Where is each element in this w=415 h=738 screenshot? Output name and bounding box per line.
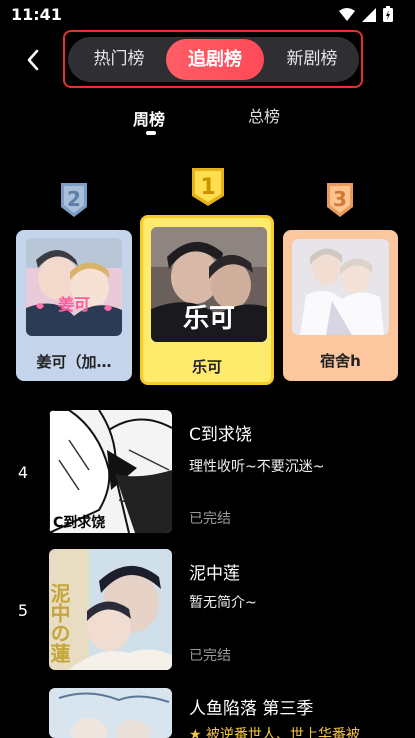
list-description: ★ 被逆番世人、世上华番被 <box>189 727 361 738</box>
podium-card-3[interactable]: 宿舍h <box>283 230 398 381</box>
chevron-left-icon <box>27 49 39 71</box>
podium-cover-2-text: 姜可 <box>58 295 90 314</box>
subtab-total[interactable]: 总榜 <box>248 103 280 127</box>
list-cover <box>49 688 172 738</box>
list-cover-text: 泥中の蓮 <box>49 583 71 664</box>
list-item[interactable]: 人鱼陷落 第三季 ★ 被逆番世人、世上华番被 <box>0 688 415 738</box>
podium-cover-1: 乐可 <box>151 227 267 342</box>
rank-badge-2-number: 2 <box>67 187 81 211</box>
list-title: 人鱼陷落 第三季 <box>189 699 314 719</box>
status-time: 11:41 <box>11 5 62 24</box>
podium-card-1[interactable]: 乐可 乐可 <box>140 215 274 385</box>
rank-badge-2: 2 <box>57 181 91 223</box>
rank-badge-3: 3 <box>323 181 357 223</box>
podium-name-3: 宿舍h <box>320 352 361 370</box>
list-rank: 4 <box>17 463 29 482</box>
signal-icon <box>362 7 376 26</box>
battery-icon <box>383 6 393 26</box>
list-description: 暂无简介~ <box>189 595 257 611</box>
wifi-icon <box>339 7 355 26</box>
list-title: 泥中莲 <box>189 564 240 584</box>
podium-cover-3 <box>292 239 389 335</box>
list-description: 理性收听~不要沉迷~ <box>189 459 325 475</box>
podium-name-2: 姜可（加… <box>36 353 112 371</box>
list-item[interactable]: 4 C到求饶 C到求饶 理性收听~不要沉迷~ 已完结 <box>0 410 415 540</box>
subtab-weekly[interactable]: 周榜 <box>133 106 165 130</box>
status-bar: 11:41 <box>0 0 415 30</box>
list-cover: C到求饶 <box>49 410 172 533</box>
podium-cover-1-text: 乐可 <box>183 304 235 334</box>
tab-hot[interactable]: 热门榜 <box>74 37 164 82</box>
tab-new[interactable]: 新剧榜 <box>266 37 358 82</box>
list-item[interactable]: 5 泥中の蓮 泥中莲 暂无简介~ 已完结 <box>0 549 415 679</box>
list-cover: 泥中の蓮 <box>49 549 172 670</box>
podium-name-1: 乐可 <box>191 358 222 376</box>
podium-cover-2: 姜可 <box>26 238 122 336</box>
list-status: 已完结 <box>189 511 231 527</box>
subtab-indicator <box>146 131 156 135</box>
rank-badge-1-number: 1 <box>200 175 215 200</box>
back-button[interactable] <box>22 48 46 72</box>
ranking-tab-bar: 热门榜 追剧榜 新剧榜 <box>68 37 359 82</box>
list-status: 已完结 <box>189 648 231 664</box>
list-cover-text: C到求饶 <box>53 514 105 531</box>
list-rank: 5 <box>17 601 29 620</box>
tab-following[interactable]: 追剧榜 <box>166 39 264 80</box>
rank-badge-1: 1 <box>189 166 227 212</box>
podium-card-2[interactable]: 姜可 姜可（加… <box>16 230 132 381</box>
list-title: C到求饶 <box>189 425 252 445</box>
status-icons <box>339 6 393 26</box>
rank-badge-3-number: 3 <box>333 187 347 211</box>
